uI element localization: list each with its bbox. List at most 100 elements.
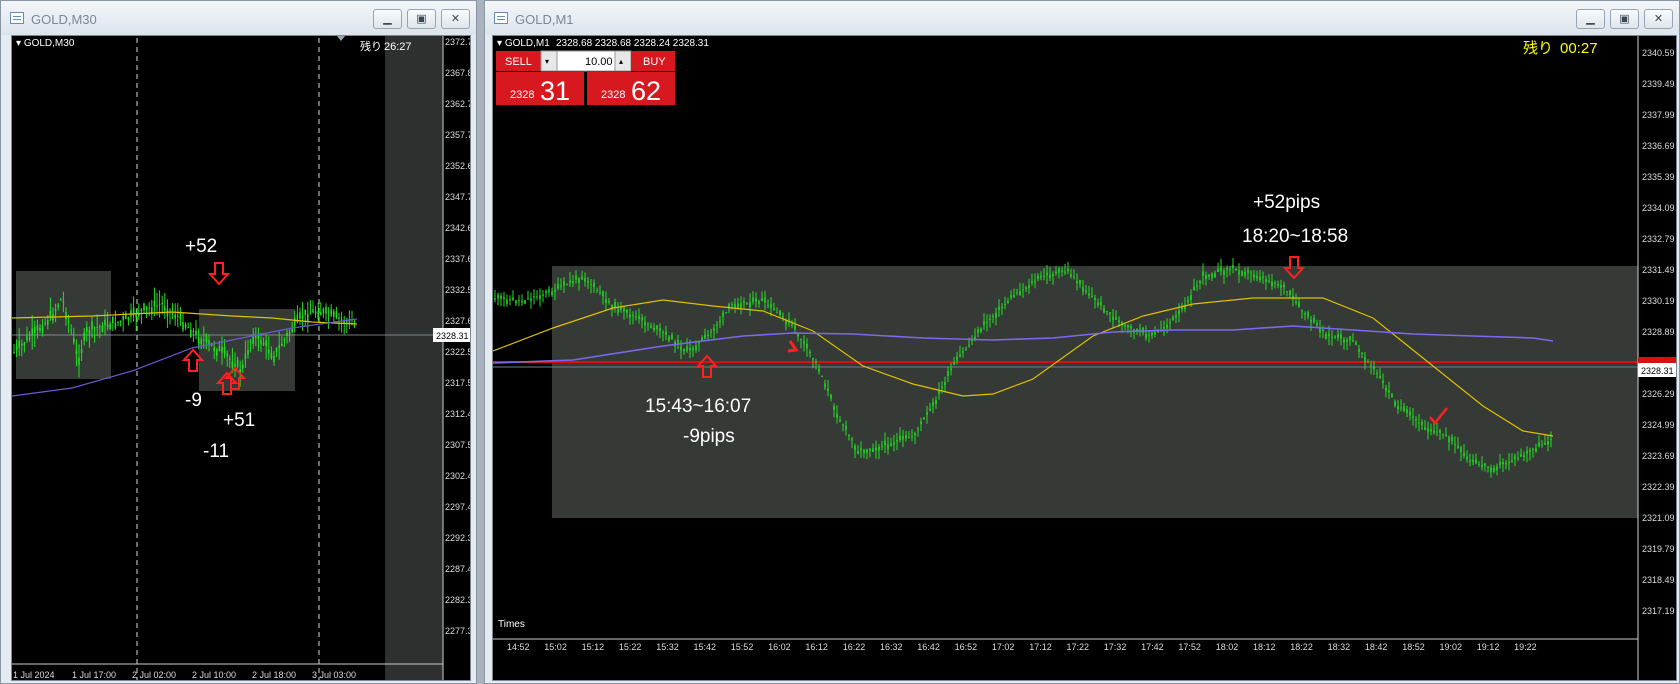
candle-body <box>713 328 715 331</box>
candle-body <box>67 321 70 323</box>
candle-body <box>539 295 541 300</box>
candle-body <box>187 327 189 329</box>
candle-body <box>1277 284 1279 286</box>
candle-body <box>1484 463 1486 466</box>
candle-body <box>1298 302 1300 307</box>
candle-body <box>950 368 952 370</box>
candle-body <box>1034 281 1036 283</box>
time-labels: 1 Jul 2024 1 Jul 17:00 2 Jul 02:00 2 Jul 10… <box>13 670 356 680</box>
candle-body <box>1427 428 1429 432</box>
candle-body <box>1451 437 1453 441</box>
window-titlebar[interactable]: GOLD,M1 ▁ ▣ ✕ <box>485 1 1679 35</box>
candle-body <box>1490 467 1492 473</box>
candle-body <box>218 346 221 351</box>
candle-body <box>1403 406 1405 411</box>
candle-body <box>653 327 655 331</box>
candle-body <box>944 382 946 386</box>
candle-body <box>797 334 799 337</box>
candle-body <box>252 336 254 344</box>
candle-body <box>767 305 769 307</box>
candle-body <box>1199 280 1201 284</box>
price-tick-label: 2287.43 <box>445 564 471 574</box>
candle-body <box>1532 448 1534 450</box>
candle-body <box>1091 296 1093 298</box>
time-tick-label: 17:52 <box>1178 642 1201 652</box>
minimize-button[interactable]: ▁ <box>1576 9 1605 29</box>
candle-body <box>932 401 934 406</box>
candle-body <box>18 340 20 348</box>
candle-body <box>875 447 877 451</box>
candle-body <box>869 448 871 451</box>
time-tick-label: 15:02 <box>544 642 567 652</box>
one-click-trading-panel: SELL ▾ 10.00 ▴ BUY 2328 31 2328 62 <box>496 50 675 106</box>
time-tick-label: 15:32 <box>656 642 679 652</box>
candle-body <box>1268 280 1270 282</box>
time-tick-label: 14:52 <box>507 642 530 652</box>
chart-window-gold-m30[interactable]: GOLD,M30 ▁ ▣ ✕ 2372.78 2367.83 2362.73 2357… <box>0 0 477 684</box>
candle-body <box>223 346 226 355</box>
maximize-button[interactable]: ▣ <box>407 9 436 29</box>
candle-body <box>31 328 33 336</box>
chart-area[interactable]: 2340.59 2339.49 2337.99 2336.69 2335.39 2334.… <box>492 35 1677 681</box>
candle-body <box>1442 433 1444 435</box>
candle-body <box>959 354 961 357</box>
candle-body <box>644 322 646 326</box>
sell-label: SELL <box>505 56 532 68</box>
candle-body <box>1499 462 1501 466</box>
candle-body <box>1391 393 1393 397</box>
price-tick-label: 2335.39 <box>1642 172 1675 182</box>
candle-body <box>1145 333 1147 339</box>
candle-body <box>143 303 145 311</box>
candle-body <box>755 298 757 302</box>
candle-body <box>629 314 631 318</box>
candle-body <box>177 315 179 317</box>
candle-body <box>242 364 244 369</box>
candle-body <box>1196 285 1198 287</box>
price-tick-label: 2297.48 <box>445 502 471 512</box>
candle-body <box>659 328 661 332</box>
minimize-button[interactable]: ▁ <box>373 9 402 29</box>
candle-body <box>309 313 312 315</box>
candle-body <box>662 332 664 334</box>
candle-body <box>578 278 580 283</box>
candle-body <box>1028 285 1030 289</box>
candle-body <box>794 325 796 330</box>
candle-body <box>1127 324 1129 328</box>
price-tick-label: 2357.78 <box>445 130 471 140</box>
candle-body <box>752 297 754 302</box>
maximize-button[interactable]: ▣ <box>1610 9 1639 29</box>
candle-body <box>683 348 685 352</box>
candle-body <box>1067 268 1069 271</box>
shift-marker-icon[interactable] <box>337 36 345 41</box>
price-tick-label: 2337.99 <box>1642 110 1675 120</box>
candle-body <box>1217 268 1219 272</box>
candle-body <box>824 383 826 388</box>
candle-body <box>1235 268 1237 270</box>
times-tab[interactable]: Times <box>498 619 525 630</box>
chart-area[interactable]: 2372.78 2367.83 2362.73 2357.78 2352.68 2347.… <box>11 35 471 681</box>
candle-body <box>312 309 314 313</box>
candle-body <box>1118 320 1120 323</box>
price-chart[interactable]: 2340.59 2339.49 2337.99 2336.69 2335.39 2334.… <box>493 36 1677 681</box>
candle-body <box>1190 295 1192 301</box>
candle-body <box>641 317 643 321</box>
close-button[interactable]: ✕ <box>441 9 470 29</box>
price-tick-label: 2352.68 <box>445 161 471 171</box>
price-tick-label: 2318.49 <box>1642 575 1675 585</box>
candle-body <box>1430 429 1432 432</box>
candle-body <box>647 324 649 325</box>
buy-label: BUY <box>643 56 666 68</box>
candle-body <box>1328 333 1330 337</box>
candle-body <box>205 335 208 343</box>
candle-body <box>127 317 130 320</box>
window-titlebar[interactable]: GOLD,M30 ▁ ▣ ✕ <box>1 1 476 35</box>
candle-body <box>497 294 499 299</box>
close-button[interactable]: ✕ <box>1644 9 1673 29</box>
price-chart[interactable]: 2372.78 2367.83 2362.73 2357.78 2352.68 2347.… <box>12 36 471 681</box>
candle-body <box>1439 430 1441 433</box>
candle-body <box>878 446 880 451</box>
chart-window-gold-m1[interactable]: GOLD,M1 ▁ ▣ ✕ 2340.59 2339.49 2337.99 2336.… <box>484 0 1680 684</box>
remain-timer: 26:27 <box>384 41 412 53</box>
candle-body <box>54 309 57 312</box>
candle-body <box>1382 380 1384 384</box>
